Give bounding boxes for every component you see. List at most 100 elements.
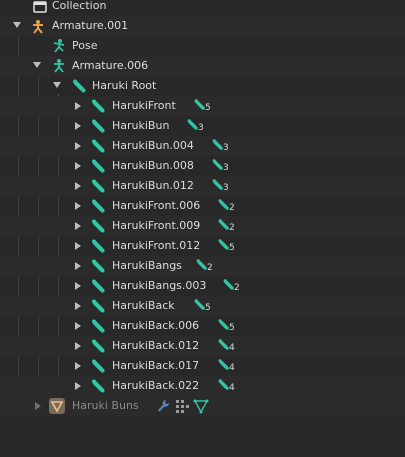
bone-label: HarukiBun.004 xyxy=(112,139,194,152)
outliner-empty-area xyxy=(0,416,405,457)
expand-arrow-icon[interactable] xyxy=(75,102,81,110)
expand-arrow-icon[interactable] xyxy=(13,22,21,28)
expand-arrow-icon[interactable] xyxy=(75,162,81,170)
wrench-icon[interactable] xyxy=(155,398,171,414)
bone-label: HarukiBack.017 xyxy=(112,359,200,372)
outliner-row-bone[interactable]: HarukiFront.012 5 xyxy=(0,236,405,256)
collection-icon xyxy=(32,0,48,15)
bone-icon xyxy=(90,318,106,334)
bone-label: HarukiBangs xyxy=(112,259,182,272)
expand-arrow-icon[interactable] xyxy=(75,302,81,310)
outliner-row-bone[interactable]: HarukiBangs 2 xyxy=(0,256,405,276)
bone-label: HarukiBack.022 xyxy=(112,379,200,392)
bone-icon xyxy=(90,198,106,214)
child-bones-badge[interactable]: 2 xyxy=(222,276,244,296)
outliner-row-mesh[interactable]: Haruki Buns xyxy=(0,396,405,416)
child-count: 2 xyxy=(229,203,235,213)
child-bones-badge[interactable]: 2 xyxy=(217,196,239,216)
bone-label: HarukiFront.009 xyxy=(112,219,201,232)
bone-label: HarukiBack.006 xyxy=(112,319,200,332)
child-bones-badge[interactable]: 4 xyxy=(217,336,239,356)
child-count: 3 xyxy=(223,163,229,173)
mesh-label: Haruki Buns xyxy=(72,399,139,412)
bone-label: HarukiBun.012 xyxy=(112,179,194,192)
outliner-row-root-bone[interactable]: Haruki Root xyxy=(0,76,405,96)
bone-icon xyxy=(90,238,106,254)
outliner-row-armature-data[interactable]: Armature.006 xyxy=(0,56,405,76)
expand-arrow-icon[interactable] xyxy=(75,142,81,150)
expand-arrow-icon[interactable] xyxy=(33,62,41,68)
bone-label: HarukiBangs.003 xyxy=(112,279,207,292)
mesh-data-icon[interactable] xyxy=(193,398,209,414)
child-bones-badge[interactable]: 3 xyxy=(186,116,208,136)
child-count: 5 xyxy=(229,323,235,333)
expand-arrow-icon[interactable] xyxy=(75,202,81,210)
bone-label: HarukiFront xyxy=(112,99,176,112)
expand-arrow-icon[interactable] xyxy=(75,262,81,270)
expand-arrow-icon[interactable] xyxy=(75,362,81,370)
outliner-row-bone[interactable]: HarukiFront.006 2 xyxy=(0,196,405,216)
child-bones-badge[interactable]: 5 xyxy=(217,316,239,336)
outliner-row-bone[interactable]: HarukiBack.022 4 xyxy=(0,376,405,396)
expand-arrow-icon[interactable] xyxy=(75,122,81,130)
expand-arrow-icon[interactable] xyxy=(35,402,41,410)
bone-label: HarukiBun.008 xyxy=(112,159,194,172)
expand-arrow-icon[interactable] xyxy=(75,382,81,390)
bone-icon xyxy=(90,298,106,314)
child-bones-badge[interactable]: 5 xyxy=(193,96,215,116)
bone-label: HarukiBun xyxy=(112,119,170,132)
child-bones-badge[interactable]: 2 xyxy=(217,216,239,236)
child-count: 2 xyxy=(229,223,235,233)
expand-arrow-icon[interactable] xyxy=(75,342,81,350)
outliner-row-bone[interactable]: HarukiBun.008 3 xyxy=(0,156,405,176)
expand-arrow-icon[interactable] xyxy=(53,82,61,88)
outliner-row-collection[interactable]: Collection xyxy=(0,0,405,16)
bone-icon xyxy=(90,218,106,234)
vertex-groups-icon[interactable] xyxy=(174,398,190,414)
child-bones-badge[interactable]: 3 xyxy=(211,176,233,196)
expand-arrow-icon[interactable] xyxy=(75,222,81,230)
pose-label: Pose xyxy=(72,39,98,52)
child-count: 3 xyxy=(223,143,229,153)
child-bones-badge[interactable]: 5 xyxy=(193,296,215,316)
bone-icon xyxy=(90,338,106,354)
expand-arrow-icon[interactable] xyxy=(75,282,81,290)
outliner-row-bone[interactable]: HarukiBun.004 3 xyxy=(0,136,405,156)
mesh-object-icon xyxy=(49,398,65,414)
outliner-row-bone[interactable]: HarukiBun.012 3 xyxy=(0,176,405,196)
child-bones-badge[interactable]: 3 xyxy=(211,156,233,176)
child-count: 2 xyxy=(234,283,240,293)
child-count: 2 xyxy=(207,263,213,273)
child-bones-badge[interactable]: 4 xyxy=(217,356,239,376)
child-count: 4 xyxy=(229,363,235,373)
bone-icon xyxy=(90,118,106,134)
child-bones-badge[interactable]: 2 xyxy=(195,256,217,276)
child-count: 5 xyxy=(205,103,211,113)
bone-icon xyxy=(71,78,87,94)
child-bones-badge[interactable]: 4 xyxy=(217,376,239,396)
collection-label: Collection xyxy=(52,0,107,12)
child-count: 4 xyxy=(229,383,235,393)
outliner-row-armature[interactable]: Armature.001 xyxy=(0,16,405,36)
child-bones-badge[interactable]: 3 xyxy=(211,136,233,156)
child-count: 5 xyxy=(229,243,235,253)
child-count: 3 xyxy=(223,183,229,193)
outliner-row-bone[interactable]: HarukiBack.017 4 xyxy=(0,356,405,376)
expand-arrow-icon[interactable] xyxy=(75,182,81,190)
bone-icon xyxy=(90,158,106,174)
outliner-row-bone[interactable]: HarukiBun 3 xyxy=(0,116,405,136)
outliner-row-bone[interactable]: HarukiFront.009 2 xyxy=(0,216,405,236)
child-count: 5 xyxy=(205,303,211,313)
child-bones-badge[interactable]: 5 xyxy=(217,236,239,256)
outliner-row-bone[interactable]: HarukiBack.012 4 xyxy=(0,336,405,356)
expand-arrow-icon[interactable] xyxy=(75,322,81,330)
outliner-row-bone[interactable]: HarukiBack 5 xyxy=(0,296,405,316)
outliner-row-pose[interactable]: Pose xyxy=(0,36,405,56)
outliner-row-bone[interactable]: HarukiBangs.003 2 xyxy=(0,276,405,296)
outliner-row-bone[interactable]: HarukiBack.006 5 xyxy=(0,316,405,336)
bone-icon xyxy=(90,138,106,154)
bone-label: HarukiBack xyxy=(112,299,175,312)
bone-icon xyxy=(90,358,106,374)
outliner-row-bone[interactable]: HarukiFront 5 xyxy=(0,96,405,116)
expand-arrow-icon[interactable] xyxy=(75,242,81,250)
